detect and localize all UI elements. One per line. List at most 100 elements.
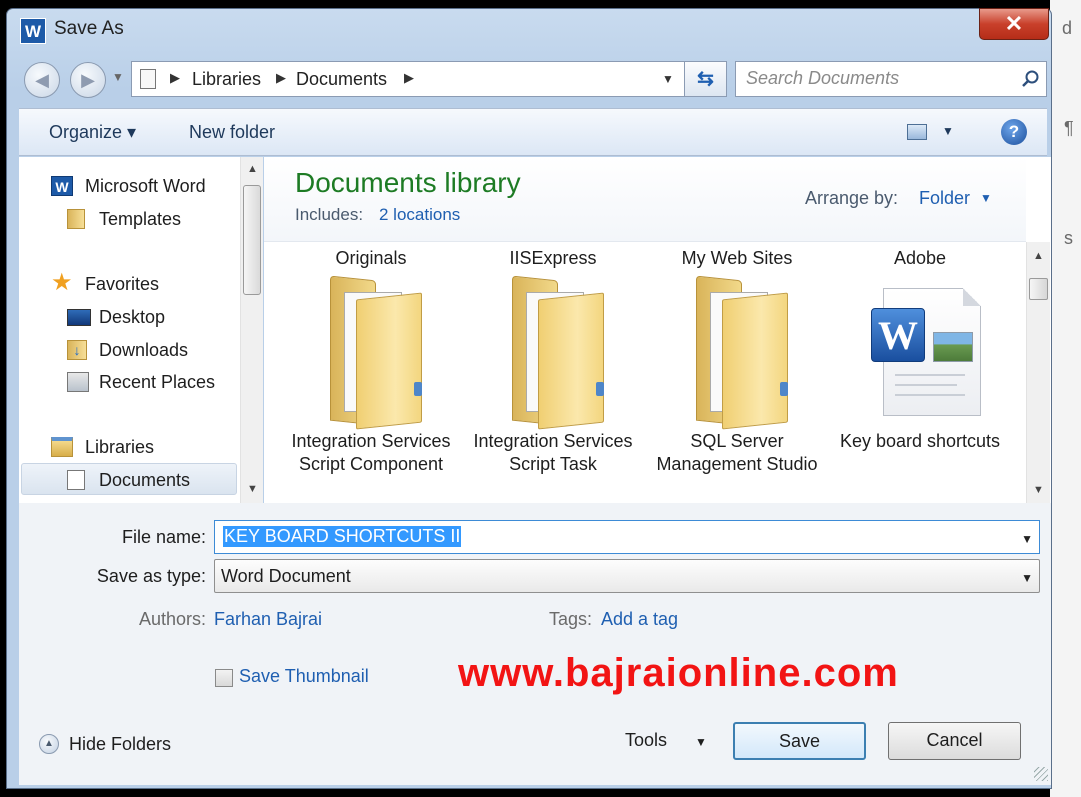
help-icon[interactable]: ? [1001,119,1027,145]
folder-label-my-web-sites[interactable]: My Web Sites [652,248,822,269]
command-bar: Organize ▾ New folder ▼ ? [19,108,1047,156]
chevron-right-icon: ▶ [276,70,286,85]
navigation-scrollbar[interactable]: ▲ ▼ [240,157,263,503]
folder-label-iisexpress[interactable]: IISExpress [468,248,638,269]
libraries-icon [51,437,73,457]
authors-label: Authors: [138,609,206,629]
chevron-right-icon: ▶ [170,70,180,85]
resize-grip-icon[interactable] [1034,767,1048,781]
sidebar-item-label: Recent Places [99,372,216,392]
change-view-icon[interactable] [907,124,927,140]
chevron-right-icon[interactable]: ▶ [404,70,414,86]
chevron-down-icon[interactable]: ▼ [1021,532,1033,546]
sidebar-item-libraries[interactable]: Libraries [51,432,251,462]
file-name-field[interactable]: KEY BOARD SHORTCUTS II ▼ [214,520,1040,554]
save-as-type-select[interactable]: Word Document ▼ [214,559,1040,593]
chevron-down-icon[interactable]: ▼ [980,191,992,205]
recent-pages-dropdown[interactable]: ▼ [112,70,124,84]
new-folder-button[interactable]: New folder [189,122,275,143]
save-as-type-value: Word Document [221,566,351,586]
hide-folders-button[interactable]: ▲ Hide Folders [33,726,179,762]
folder-icon [696,275,796,430]
address-bar[interactable]: ▶ Libraries ▶ Documents ▶ ▼ [131,61,685,97]
scroll-down-icon[interactable]: ▼ [247,483,258,495]
library-title: Documents library [295,167,521,198]
scrollbar-thumb[interactable] [243,185,261,295]
breadcrumb-documents[interactable]: Documents [296,69,387,90]
locations-link[interactable]: 2 locations [379,205,460,225]
authors-field[interactable]: Farhan Bajrai [214,609,322,630]
breadcrumb-libraries[interactable]: Libraries [192,69,261,90]
folder-icon [512,275,612,430]
recent-places-icon [67,372,89,392]
file-list-scrollbar[interactable]: ▲ ▼ [1026,242,1050,503]
search-icon[interactable] [1020,69,1040,89]
sidebar-item-label: Documents [99,470,191,490]
folder-label-originals[interactable]: Originals [286,248,456,269]
chevron-up-icon: ▲ [39,734,59,754]
sidebar-item-downloads[interactable]: ↓ Downloads [67,335,257,365]
hide-folders-label: Hide Folders [69,734,172,754]
save-as-type-label: Save as type: [96,566,206,586]
chevron-down-icon[interactable]: ▼ [695,735,707,749]
tools-button[interactable]: Tools [625,730,667,751]
save-thumbnail-label[interactable]: Save Thumbnail [239,666,369,687]
word-document-icon: W [871,288,981,418]
chevron-down-icon[interactable]: ▼ [1021,571,1033,585]
word-app-icon: W [20,18,46,44]
arrange-by-label: Arrange by: [805,188,899,208]
file-name-label: File name: [121,527,206,547]
forward-button[interactable]: ▶ [70,62,106,98]
file-name: SQL Server Management Studio [656,431,818,474]
sidebar-item-templates[interactable]: Templates [67,204,257,234]
includes-label: Includes: [295,205,364,224]
search-input[interactable] [746,68,1006,89]
document-icon [140,69,156,89]
sidebar-item-microsoft-word[interactable]: W Microsoft Word [51,171,251,201]
scrollbar-thumb[interactable] [1029,278,1048,300]
chevron-down-icon[interactable]: ▼ [942,124,954,138]
sidebar-item-label: Favorites [85,274,160,294]
folder-item[interactable]: Integration Services Script Task [468,275,638,502]
file-name: Key board shortcuts [839,431,1001,451]
scroll-down-icon[interactable]: ▼ [1033,484,1044,496]
organize-button[interactable]: Organize ▾ [49,122,136,143]
folder-label-adobe[interactable]: Adobe [835,248,1005,269]
sidebar-item-recent-places[interactable]: Recent Places [67,367,257,397]
back-button[interactable]: ◀ [24,62,60,98]
document-item[interactable]: W Key board shortcuts [835,278,1005,502]
sidebar-item-desktop[interactable]: Desktop [67,302,257,332]
folder-item[interactable]: Integration Services Script Component [286,275,456,502]
refresh-button[interactable]: ⇆ [685,61,727,97]
sidebar-item-label: Templates [99,209,182,229]
tags-label: Tags: [548,609,592,629]
search-box[interactable] [735,61,1047,97]
folder-item[interactable]: SQL Server Management Studio [652,275,822,502]
arrange-by-dropdown[interactable]: Folder [919,188,970,209]
cancel-button[interactable]: Cancel [888,722,1021,760]
background-text: s [1064,228,1073,248]
scroll-up-icon[interactable]: ▲ [1033,250,1044,262]
sidebar-item-label: Microsoft Word [85,176,206,196]
background-text: ¶ [1064,118,1074,138]
navigation-pane: W Microsoft Word Templates ★ Favorites D… [19,157,263,503]
folder-icon [330,275,430,430]
scroll-up-icon[interactable]: ▲ [247,163,258,175]
background-text: d [1062,18,1073,38]
title-bar[interactable] [6,8,1052,50]
word-icon: W [51,176,73,196]
downloads-icon: ↓ [67,340,87,360]
sidebar-item-documents[interactable]: Documents [67,465,257,495]
close-button[interactable]: ✕ [979,8,1049,40]
tags-field[interactable]: Add a tag [601,609,678,630]
sidebar-item-favorites[interactable]: ★ Favorites [51,269,251,299]
folder-icon [67,209,85,229]
desktop-icon [67,309,91,326]
sidebar-item-label: Libraries [85,437,155,457]
chevron-down-icon[interactable]: ▼ [662,72,674,86]
file-name-input[interactable]: KEY BOARD SHORTCUTS II [223,526,462,547]
save-thumbnail-checkbox[interactable] [215,669,233,687]
save-button[interactable]: Save [733,722,866,760]
background-word-document: d ¶ s [1050,0,1081,797]
sidebar-item-label: Desktop [99,307,166,327]
